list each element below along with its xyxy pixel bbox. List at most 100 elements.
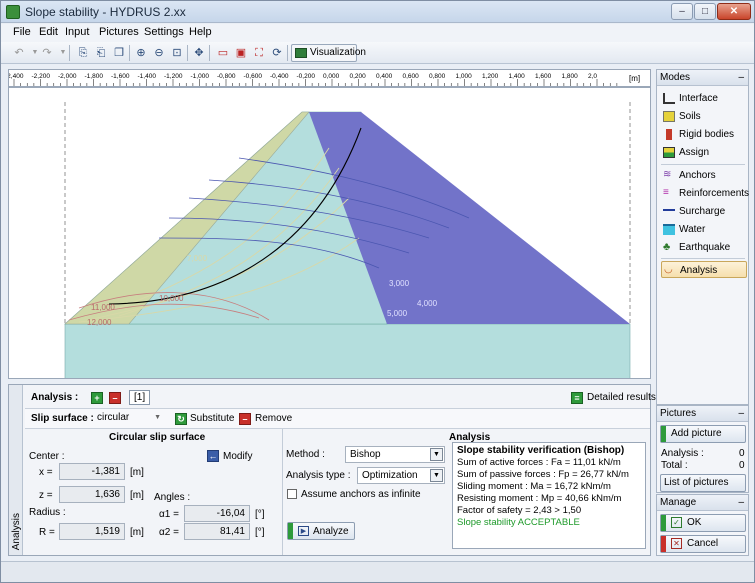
- menu-file[interactable]: File: [13, 26, 31, 38]
- undo-icon[interactable]: ↶: [11, 45, 27, 61]
- mode-assign[interactable]: Assign: [661, 144, 747, 161]
- collapse-icon[interactable]: –: [738, 406, 744, 421]
- menu-pictures[interactable]: Pictures: [99, 26, 139, 38]
- detailed-results-button[interactable]: Detailed results: [587, 392, 656, 403]
- collapse-icon[interactable]: –: [738, 495, 744, 510]
- mode-label: Soils: [679, 111, 701, 122]
- refresh-view-icon[interactable]: ⟳: [269, 45, 285, 61]
- earthquake-icon: ♣: [663, 241, 671, 253]
- app-icon: [6, 5, 20, 19]
- model-canvas[interactable]: 3,000 4,000 5,000 7,000 10,000 11,000 12…: [8, 87, 651, 379]
- reinforcements-icon: ≡: [663, 187, 669, 198]
- angles-label: Angles :: [154, 492, 191, 503]
- zoom-out-icon[interactable]: ⊖: [151, 45, 167, 61]
- circular-section-title: Circular slip surface: [109, 432, 206, 443]
- remove-icon[interactable]: –: [239, 413, 251, 425]
- pan-icon[interactable]: ✥: [191, 45, 207, 61]
- remove-analysis-button[interactable]: –: [109, 392, 121, 404]
- substitute-icon[interactable]: ↻: [175, 413, 187, 425]
- ruler-tick-label: -2,200: [32, 73, 51, 80]
- collapse-icon[interactable]: –: [738, 70, 744, 85]
- slip-surface-select[interactable]: circular ▼: [93, 410, 163, 427]
- mode-water[interactable]: Water: [661, 221, 747, 238]
- mode-surcharge[interactable]: Surcharge: [661, 203, 747, 220]
- mode-label: Analysis: [680, 265, 718, 276]
- x-label: x =: [39, 467, 53, 478]
- ruler-tick-label: -2,000: [58, 73, 77, 80]
- ruler-tick-label: 1,800: [562, 73, 579, 80]
- mode-interface[interactable]: Interface: [661, 90, 747, 107]
- substitute-button[interactable]: Substitute: [190, 413, 234, 424]
- ok-button[interactable]: ✓ OK: [660, 514, 746, 532]
- copy-icon[interactable]: ❐: [111, 45, 127, 61]
- ruler-tick-label: -1,200: [164, 73, 183, 80]
- close-button[interactable]: ✕: [717, 3, 751, 20]
- manage-header: Manage –: [657, 495, 748, 511]
- interface-icon: [663, 93, 675, 104]
- select-inner-icon[interactable]: ▣: [233, 45, 249, 61]
- menu-edit[interactable]: Edit: [39, 26, 58, 38]
- copy-view-icon[interactable]: ⎘: [75, 45, 91, 61]
- monitor-icon: [295, 48, 307, 58]
- slip-surface-label: Slip surface :: [31, 413, 94, 424]
- anchors-checkbox[interactable]: [287, 489, 297, 499]
- mode-soils[interactable]: Soils: [661, 108, 747, 125]
- modify-icon[interactable]: ←: [207, 450, 219, 462]
- rigid-bodies-icon: [666, 129, 672, 140]
- slip-surface-row: Slip surface : circular ▼ ↻ Substitute –…: [25, 409, 650, 429]
- chevron-down-icon: ▼: [430, 469, 443, 482]
- method-select[interactable]: Bishop ▼: [345, 446, 445, 463]
- alpha2-field[interactable]: 81,41: [184, 523, 250, 540]
- surcharge-icon: [663, 209, 675, 220]
- center-z-field[interactable]: 1,636: [59, 486, 125, 503]
- redo-icon[interactable]: ↷: [39, 45, 55, 61]
- results-active-forces: Sum of active forces : Fa = 11,01 kN/m: [457, 457, 621, 468]
- pictures-title: Pictures: [660, 408, 697, 419]
- mode-earthquake[interactable]: ♣ Earthquake: [661, 239, 747, 256]
- analysis-tab-1[interactable]: [1]: [129, 390, 151, 405]
- toolbar: ↶ ▼ ↷ ▼ ⎘ ⎗ ❐ ⊕ ⊖ ⊡ ✥ ▭ ▣ ⛶ ⟳ Visualizat…: [1, 42, 754, 64]
- radius-label: Radius :: [29, 507, 66, 518]
- x-unit: [m]: [130, 467, 144, 478]
- analyze-button[interactable]: ▶ Analyze: [287, 522, 355, 540]
- zoom-window-icon[interactable]: ⊡: [169, 45, 185, 61]
- r-unit: [m]: [130, 527, 144, 538]
- remove-button[interactable]: Remove: [255, 413, 292, 424]
- fit-view-icon[interactable]: ⛶: [251, 45, 267, 61]
- contour-label: 10,000: [159, 294, 184, 303]
- detailed-results-icon[interactable]: ≡: [571, 392, 583, 404]
- modify-button[interactable]: Modify: [223, 451, 252, 462]
- zoom-in-icon[interactable]: ⊕: [133, 45, 149, 61]
- analysis-vertical-tab[interactable]: Analysis: [9, 385, 23, 555]
- add-picture-button[interactable]: Add picture: [660, 425, 746, 443]
- ruler-tick-label: 1,200: [482, 73, 499, 80]
- analysis-type-select[interactable]: Optimization ▼: [357, 467, 445, 484]
- radius-field[interactable]: 1,519: [59, 523, 125, 540]
- results-sliding-moment: Sliding moment : Ma = 16,72 kNm/m: [457, 481, 611, 492]
- toolbar-separator: [287, 45, 288, 61]
- add-analysis-button[interactable]: +: [91, 392, 103, 404]
- minimize-button[interactable]: –: [671, 3, 693, 20]
- menu-input[interactable]: Input: [65, 26, 89, 38]
- mode-analysis[interactable]: ◡ Analysis: [661, 261, 747, 278]
- maximize-button[interactable]: □: [694, 3, 716, 20]
- center-x-field[interactable]: -1,381: [59, 463, 125, 480]
- cancel-button[interactable]: ✕ Cancel: [660, 535, 746, 553]
- list-of-pictures-button[interactable]: List of pictures: [660, 474, 746, 492]
- paste-view-icon[interactable]: ⎗: [93, 45, 109, 61]
- mode-label: Earthquake: [679, 242, 731, 253]
- z-label: z =: [39, 490, 53, 501]
- select-frame-icon[interactable]: ▭: [215, 45, 231, 61]
- visualization-button[interactable]: Visualization: [291, 44, 366, 62]
- menu-settings[interactable]: Settings: [144, 26, 184, 38]
- anchors-checkbox-label[interactable]: Assume anchors as infinite: [301, 489, 421, 500]
- ok-label: OK: [687, 517, 702, 528]
- chevron-down-icon: ▼: [154, 414, 161, 421]
- mode-reinforcements[interactable]: ≡ Reinforcements: [661, 185, 749, 202]
- analysis-panel: Analysis Analysis : + – [1] ≡ Detailed r…: [8, 384, 656, 556]
- mode-anchors[interactable]: ≋ Anchors: [661, 167, 747, 184]
- mode-rigid-bodies[interactable]: Rigid bodies: [661, 126, 747, 143]
- water-icon: [663, 224, 675, 235]
- alpha1-field[interactable]: -16,04: [184, 505, 250, 522]
- menu-help[interactable]: Help: [189, 26, 212, 38]
